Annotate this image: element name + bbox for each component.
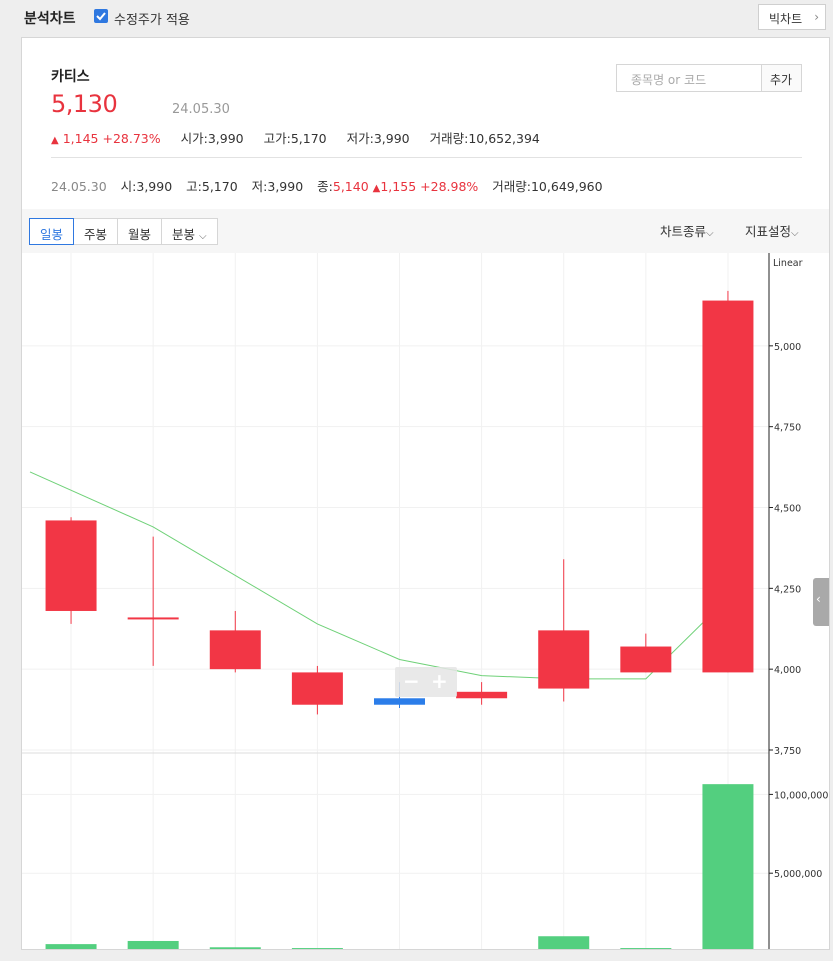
tab-daily[interactable]: 일봉 — [29, 218, 75, 245]
tab-weekly[interactable]: 주봉 — [73, 218, 119, 245]
page-title: 분석차트 — [24, 11, 76, 27]
ohlc-close-label: 종 — [317, 179, 329, 194]
y-tick-label: 5,000 — [774, 342, 801, 353]
current-price: 5,130 — [51, 90, 118, 118]
volume-bar — [209, 947, 261, 949]
ohlc-volume: 10,649,960 — [530, 179, 603, 194]
ohlc-open-label: 시 — [120, 179, 133, 194]
volume-bar — [291, 948, 343, 949]
zoom-out-button[interactable]: − — [403, 669, 420, 693]
tab-minute[interactable]: 분봉 ⌵ — [161, 218, 218, 245]
volume-bar — [702, 784, 754, 949]
period-tabs: 일봉 주봉 월봉 분봉 ⌵ — [29, 218, 218, 245]
indicator-settings-dropdown[interactable]: 지표설정⌵ — [745, 221, 799, 240]
volume-tick-label: 5,000,000 — [774, 869, 822, 880]
candle-up — [127, 617, 179, 620]
volume-bar — [127, 940, 179, 949]
search-input[interactable]: 종목명 or 코드 — [616, 64, 762, 92]
volume-tick-label: 0 — [774, 948, 780, 949]
ohlc-high-label: 고 — [186, 179, 198, 194]
tab-monthly[interactable]: 월봉 — [117, 218, 163, 245]
chevron-left-icon: ‹ — [816, 592, 821, 606]
volume-bar — [45, 944, 97, 949]
ohlc-close: 5,140 — [332, 179, 369, 194]
low-value: 3,990 — [373, 131, 410, 146]
candle-up — [538, 630, 590, 689]
candle-up — [456, 691, 508, 699]
ohlc-readout: 24.05.30 시:3,990 고:5,170 저:3,990 종:5,140… — [51, 179, 603, 194]
y-tick-label: 4,000 — [774, 665, 801, 676]
open-label: 시가 — [180, 131, 204, 146]
price-date: 24.05.30 — [172, 102, 230, 117]
candle-up — [620, 646, 672, 673]
adjusted-price-checkbox[interactable] — [94, 9, 108, 23]
big-chart-button[interactable]: 빅차트 › — [758, 4, 826, 30]
candle-up — [291, 672, 343, 705]
add-button[interactable]: 추가 — [762, 64, 802, 92]
zoom-in-button[interactable]: + — [431, 669, 448, 693]
y-tick-label: 4,750 — [774, 423, 801, 434]
chevron-right-icon: › — [814, 10, 819, 24]
chevron-down-icon: ⌵ — [706, 228, 714, 239]
change-value: 1,145 — [62, 131, 99, 146]
stock-name: 카티스 — [51, 69, 90, 85]
volume-bar — [620, 948, 672, 949]
candle-up — [702, 300, 754, 673]
ohlc-open: 3,990 — [136, 179, 173, 194]
change-percent: +28.73% — [102, 131, 161, 146]
adjusted-price-label[interactable]: 수정주가 적용 — [114, 9, 190, 28]
high-value: 5,170 — [290, 131, 327, 146]
ohlc-volume-label: 거래량 — [492, 179, 527, 194]
volume-tick-label: 10,000,000 — [774, 790, 828, 801]
y-tick-label: 4,250 — [774, 584, 801, 595]
divider — [51, 157, 802, 158]
check-icon — [96, 12, 106, 21]
open-value: 3,990 — [207, 131, 244, 146]
ohlc-high: 5,170 — [201, 179, 238, 194]
y-tick-label: 3,750 — [774, 746, 801, 757]
ohlc-change: 1,155 — [380, 179, 417, 194]
chart-panel: 카티스 5,130 24.05.30 종목명 or 코드 추가 ▲ 1,145 … — [21, 37, 830, 950]
chart-type-dropdown[interactable]: 차트종류⌵ — [660, 221, 714, 240]
ohlc-date: 24.05.30 — [51, 179, 107, 194]
top-bar: 분석차트 수정주가 적용 빅차트 › — [0, 0, 833, 36]
candle-down — [374, 698, 425, 705]
side-panel-handle[interactable]: ‹ — [813, 578, 829, 626]
high-label: 고가 — [263, 131, 287, 146]
chart-toolbar: 일봉 주봉 월봉 분봉 ⌵ 차트종류⌵ 지표설정⌵ — [22, 209, 829, 253]
indicator-settings-label: 지표설정 — [745, 224, 792, 239]
ohlc-low-label: 저 — [251, 179, 264, 194]
volume-bar — [538, 936, 590, 949]
low-label: 저가 — [346, 131, 370, 146]
big-chart-label: 빅차트 — [769, 12, 803, 26]
volume-label: 거래량 — [429, 131, 465, 146]
up-arrow-icon: ▲ — [51, 135, 59, 146]
ohlc-low: 3,990 — [267, 179, 304, 194]
chart-type-label: 차트종류 — [660, 224, 707, 239]
zoom-controls: − + — [395, 667, 457, 697]
scale-label: Linear — [773, 258, 803, 269]
chevron-down-icon: ⌵ — [199, 231, 207, 242]
ohlc-change-percent: +28.98% — [420, 179, 479, 194]
candle-up — [209, 630, 261, 670]
tab-minute-label: 분봉 — [172, 227, 196, 242]
volume-value: 10,652,394 — [468, 131, 540, 146]
candle-up — [45, 520, 97, 611]
price-summary: ▲ 1,145 +28.73% 시가:3,990 고가:5,170 저가:3,9… — [51, 131, 540, 146]
chevron-down-icon: ⌵ — [791, 228, 799, 239]
candlestick-chart[interactable]: Linear 5,000 4,750 4,500 4,250 4,000 3,750 10,0… — [22, 253, 829, 949]
y-tick-label: 4,500 — [774, 504, 801, 515]
